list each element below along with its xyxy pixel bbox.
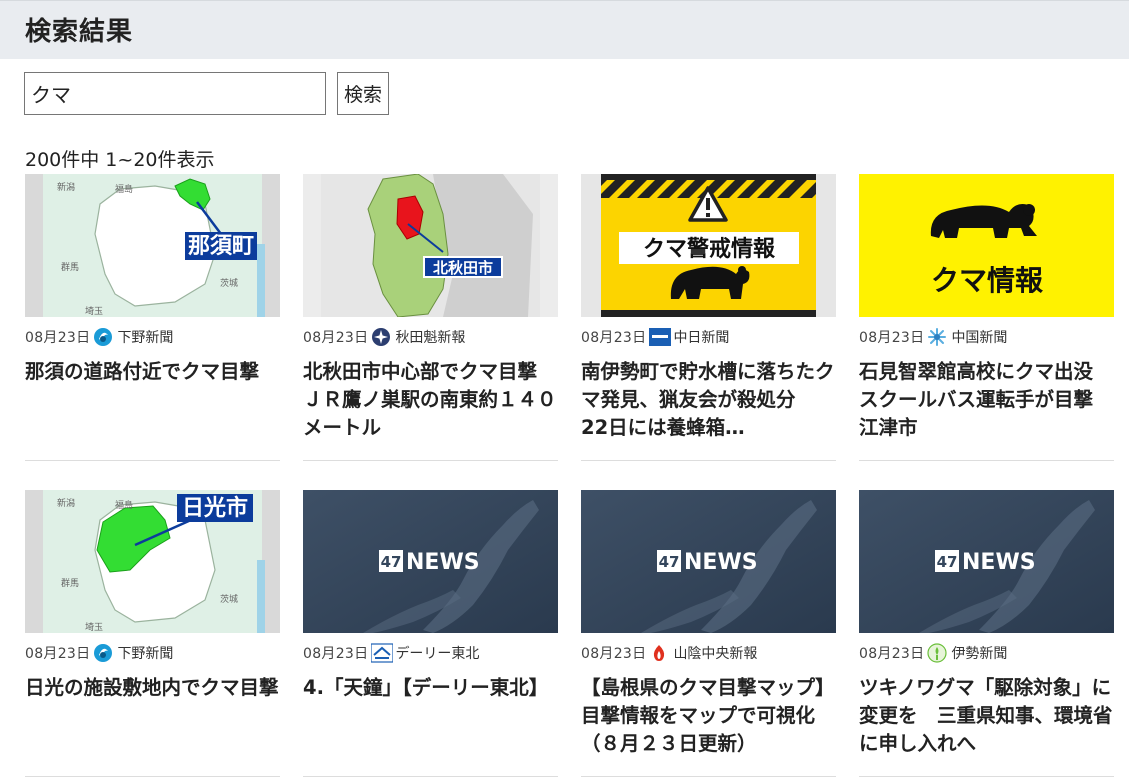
info-label: クマ情報 [931, 264, 1044, 297]
article-source: デーリー東北 [395, 646, 480, 662]
result-count: 200件中 1~20件表示 [25, 149, 215, 171]
chunichi-logo-icon [649, 327, 672, 347]
article-date: 08月23日 [303, 330, 369, 346]
bear-info-thumbnail: クマ情報 [859, 174, 1114, 317]
47news-thumbnail: 47 NEWS [859, 490, 1114, 633]
map-label: 北秋田市 [433, 259, 493, 277]
article-meta: 08月23日 下野新聞 [25, 326, 173, 348]
article-title[interactable]: 【島根県のクマ目撃マップ】目撃情報をマップで可視化（８月２３日更新） [581, 674, 836, 758]
map-region-label: 群馬 [61, 577, 79, 589]
map-region-label: 埼玉 [85, 305, 103, 317]
article-title[interactable]: 4.「天鐘」【デーリー東北】 [303, 674, 558, 702]
article-meta: 08月23日 伊勢新聞 [859, 642, 1007, 664]
chugoku-logo-icon [927, 327, 947, 347]
map-region-label: 茨城 [220, 593, 238, 605]
map-thumbnail-nasu: 那須町 福島 新潟 群馬 茨城 埼玉 [25, 174, 280, 317]
map-region-label: 新潟 [57, 497, 75, 509]
thumbnail[interactable]: 那須町 福島 新潟 群馬 茨城 埼玉 [25, 174, 280, 317]
article-meta: 08月23日 中日新聞 [581, 326, 729, 348]
map-region-label: 福島 [115, 499, 133, 511]
article-title[interactable]: 石見智翠館高校にクマ出没 スクールバス運転手が目撃 江津市 [859, 358, 1114, 442]
sanin-chuo-logo-icon [649, 643, 669, 663]
article-title[interactable]: 那須の道路付近でクマ目撃 [25, 358, 280, 386]
article-meta: 08月23日 下野新聞 [25, 642, 173, 664]
thumbnail[interactable]: 47 NEWS [303, 490, 558, 633]
search-input[interactable] [24, 72, 326, 115]
article-source: 下野新聞 [117, 646, 174, 662]
page-title: 検索結果 [25, 17, 134, 47]
article-source: 中国新聞 [951, 330, 1008, 346]
article-date: 08月23日 [581, 646, 647, 662]
thumbnail[interactable]: 47 NEWS [581, 490, 836, 633]
map-region-label: 福島 [115, 183, 133, 195]
result-card[interactable]: 北秋田市 08月23日 秋田魁新報 北秋田市中心部でクマ目撃 ＪＲ鷹ノ巣駅の南東… [303, 174, 558, 464]
thumbnail[interactable]: 47 NEWS [859, 490, 1114, 633]
card-divider [303, 460, 558, 461]
daily-tohoku-logo-icon [370, 643, 395, 663]
thumbnail[interactable]: クマ情報 [859, 174, 1114, 317]
article-source: 中日新聞 [673, 330, 730, 346]
article-date: 08月23日 [25, 646, 91, 662]
result-card[interactable]: 47 NEWS 08月23日 伊勢新聞 ツキノワグマ「駆除対象」に変更を 三重県… [859, 490, 1114, 777]
map-region-label: 茨城 [220, 277, 238, 289]
article-meta: 08月23日 デーリー東北 [303, 642, 479, 664]
svg-text:NEWS: NEWS [962, 550, 1036, 575]
result-card[interactable]: 47 NEWS 08月23日 デーリー東北 4.「天鐘」【デーリー東北】 [303, 490, 558, 777]
thumbnail[interactable]: 日光市 福島 新潟 群馬 茨城 埼玉 [25, 490, 280, 633]
svg-text:NEWS: NEWS [684, 550, 758, 575]
article-meta: 08月23日 山陰中央新報 [581, 642, 757, 664]
map-label: 日光市 [182, 495, 248, 521]
card-divider [581, 460, 836, 461]
article-source: 秋田魁新報 [395, 330, 466, 346]
result-card[interactable]: 那須町 福島 新潟 群馬 茨城 埼玉 08月23日 下野新聞 那須の道路付近でク… [25, 174, 280, 464]
map-region-label: 埼玉 [85, 621, 103, 633]
article-date: 08月23日 [581, 330, 647, 346]
article-meta: 08月23日 秋田魁新報 [303, 326, 465, 348]
page-header: 検索結果 [0, 0, 1129, 59]
shimotsuke-logo-icon [93, 327, 113, 347]
card-divider [25, 460, 280, 461]
article-title[interactable]: 南伊勢町で貯水槽に落ちたクマ発見、猟友会が殺処分 22日には養蜂箱… [581, 358, 836, 442]
article-source: 山陰中央新報 [673, 646, 758, 662]
article-title[interactable]: 北秋田市中心部でクマ目撃 ＪＲ鷹ノ巣駅の南東約１４０メートル [303, 358, 558, 442]
search-button[interactable]: 検索 [337, 72, 389, 115]
map-thumbnail-kitaakita: 北秋田市 [303, 174, 558, 317]
shimotsuke-logo-icon [93, 643, 113, 663]
map-label: 那須町 [188, 234, 254, 259]
map-region-label: 新潟 [57, 181, 75, 193]
47news-thumbnail: 47 NEWS [581, 490, 836, 633]
thumbnail[interactable]: 北秋田市 [303, 174, 558, 317]
result-card[interactable]: 47 NEWS 08月23日 山陰中央新報 【島根県のクマ目撃マップ】目撃情報を… [581, 490, 836, 777]
article-date: 08月23日 [859, 646, 925, 662]
article-title[interactable]: 日光の施設敷地内でクマ目撃 [25, 674, 280, 702]
article-meta: 08月23日 中国新聞 [859, 326, 1007, 348]
47news-thumbnail: 47 NEWS [303, 490, 558, 633]
thumbnail[interactable]: クマ警戒情報 [581, 174, 836, 317]
article-date: 08月23日 [25, 330, 91, 346]
svg-text:47: 47 [937, 553, 958, 571]
svg-text:47: 47 [381, 553, 402, 571]
bear-warning-thumbnail: クマ警戒情報 [581, 174, 836, 317]
article-source: 下野新聞 [117, 330, 174, 346]
article-date: 08月23日 [303, 646, 369, 662]
ise-shimbun-logo-icon [927, 643, 948, 663]
card-divider [859, 460, 1114, 461]
svg-text:47: 47 [659, 553, 680, 571]
map-thumbnail-nikko: 日光市 福島 新潟 群馬 茨城 埼玉 [25, 490, 280, 633]
result-card[interactable]: クマ情報 08月23日 中国新聞 石見智翠館高校にクマ出没 スクールバス運転手が… [859, 174, 1114, 464]
result-card[interactable]: クマ警戒情報 08月23日 中日新聞 南伊勢町で貯水槽に落ちたクマ発見、猟友会が… [581, 174, 836, 464]
warning-banner-text: クマ警戒情報 [643, 236, 776, 262]
article-source: 伊勢新聞 [951, 646, 1008, 662]
article-date: 08月23日 [859, 330, 925, 346]
svg-text:NEWS: NEWS [406, 550, 480, 575]
akita-sakigake-logo-icon [371, 327, 391, 347]
result-card[interactable]: 日光市 福島 新潟 群馬 茨城 埼玉 08月23日 下野新聞 日光の施設敷地内で… [25, 490, 280, 777]
map-region-label: 群馬 [61, 261, 79, 273]
article-title[interactable]: ツキノワグマ「駆除対象」に変更を 三重県知事、環境省に申し入れへ [859, 674, 1114, 758]
